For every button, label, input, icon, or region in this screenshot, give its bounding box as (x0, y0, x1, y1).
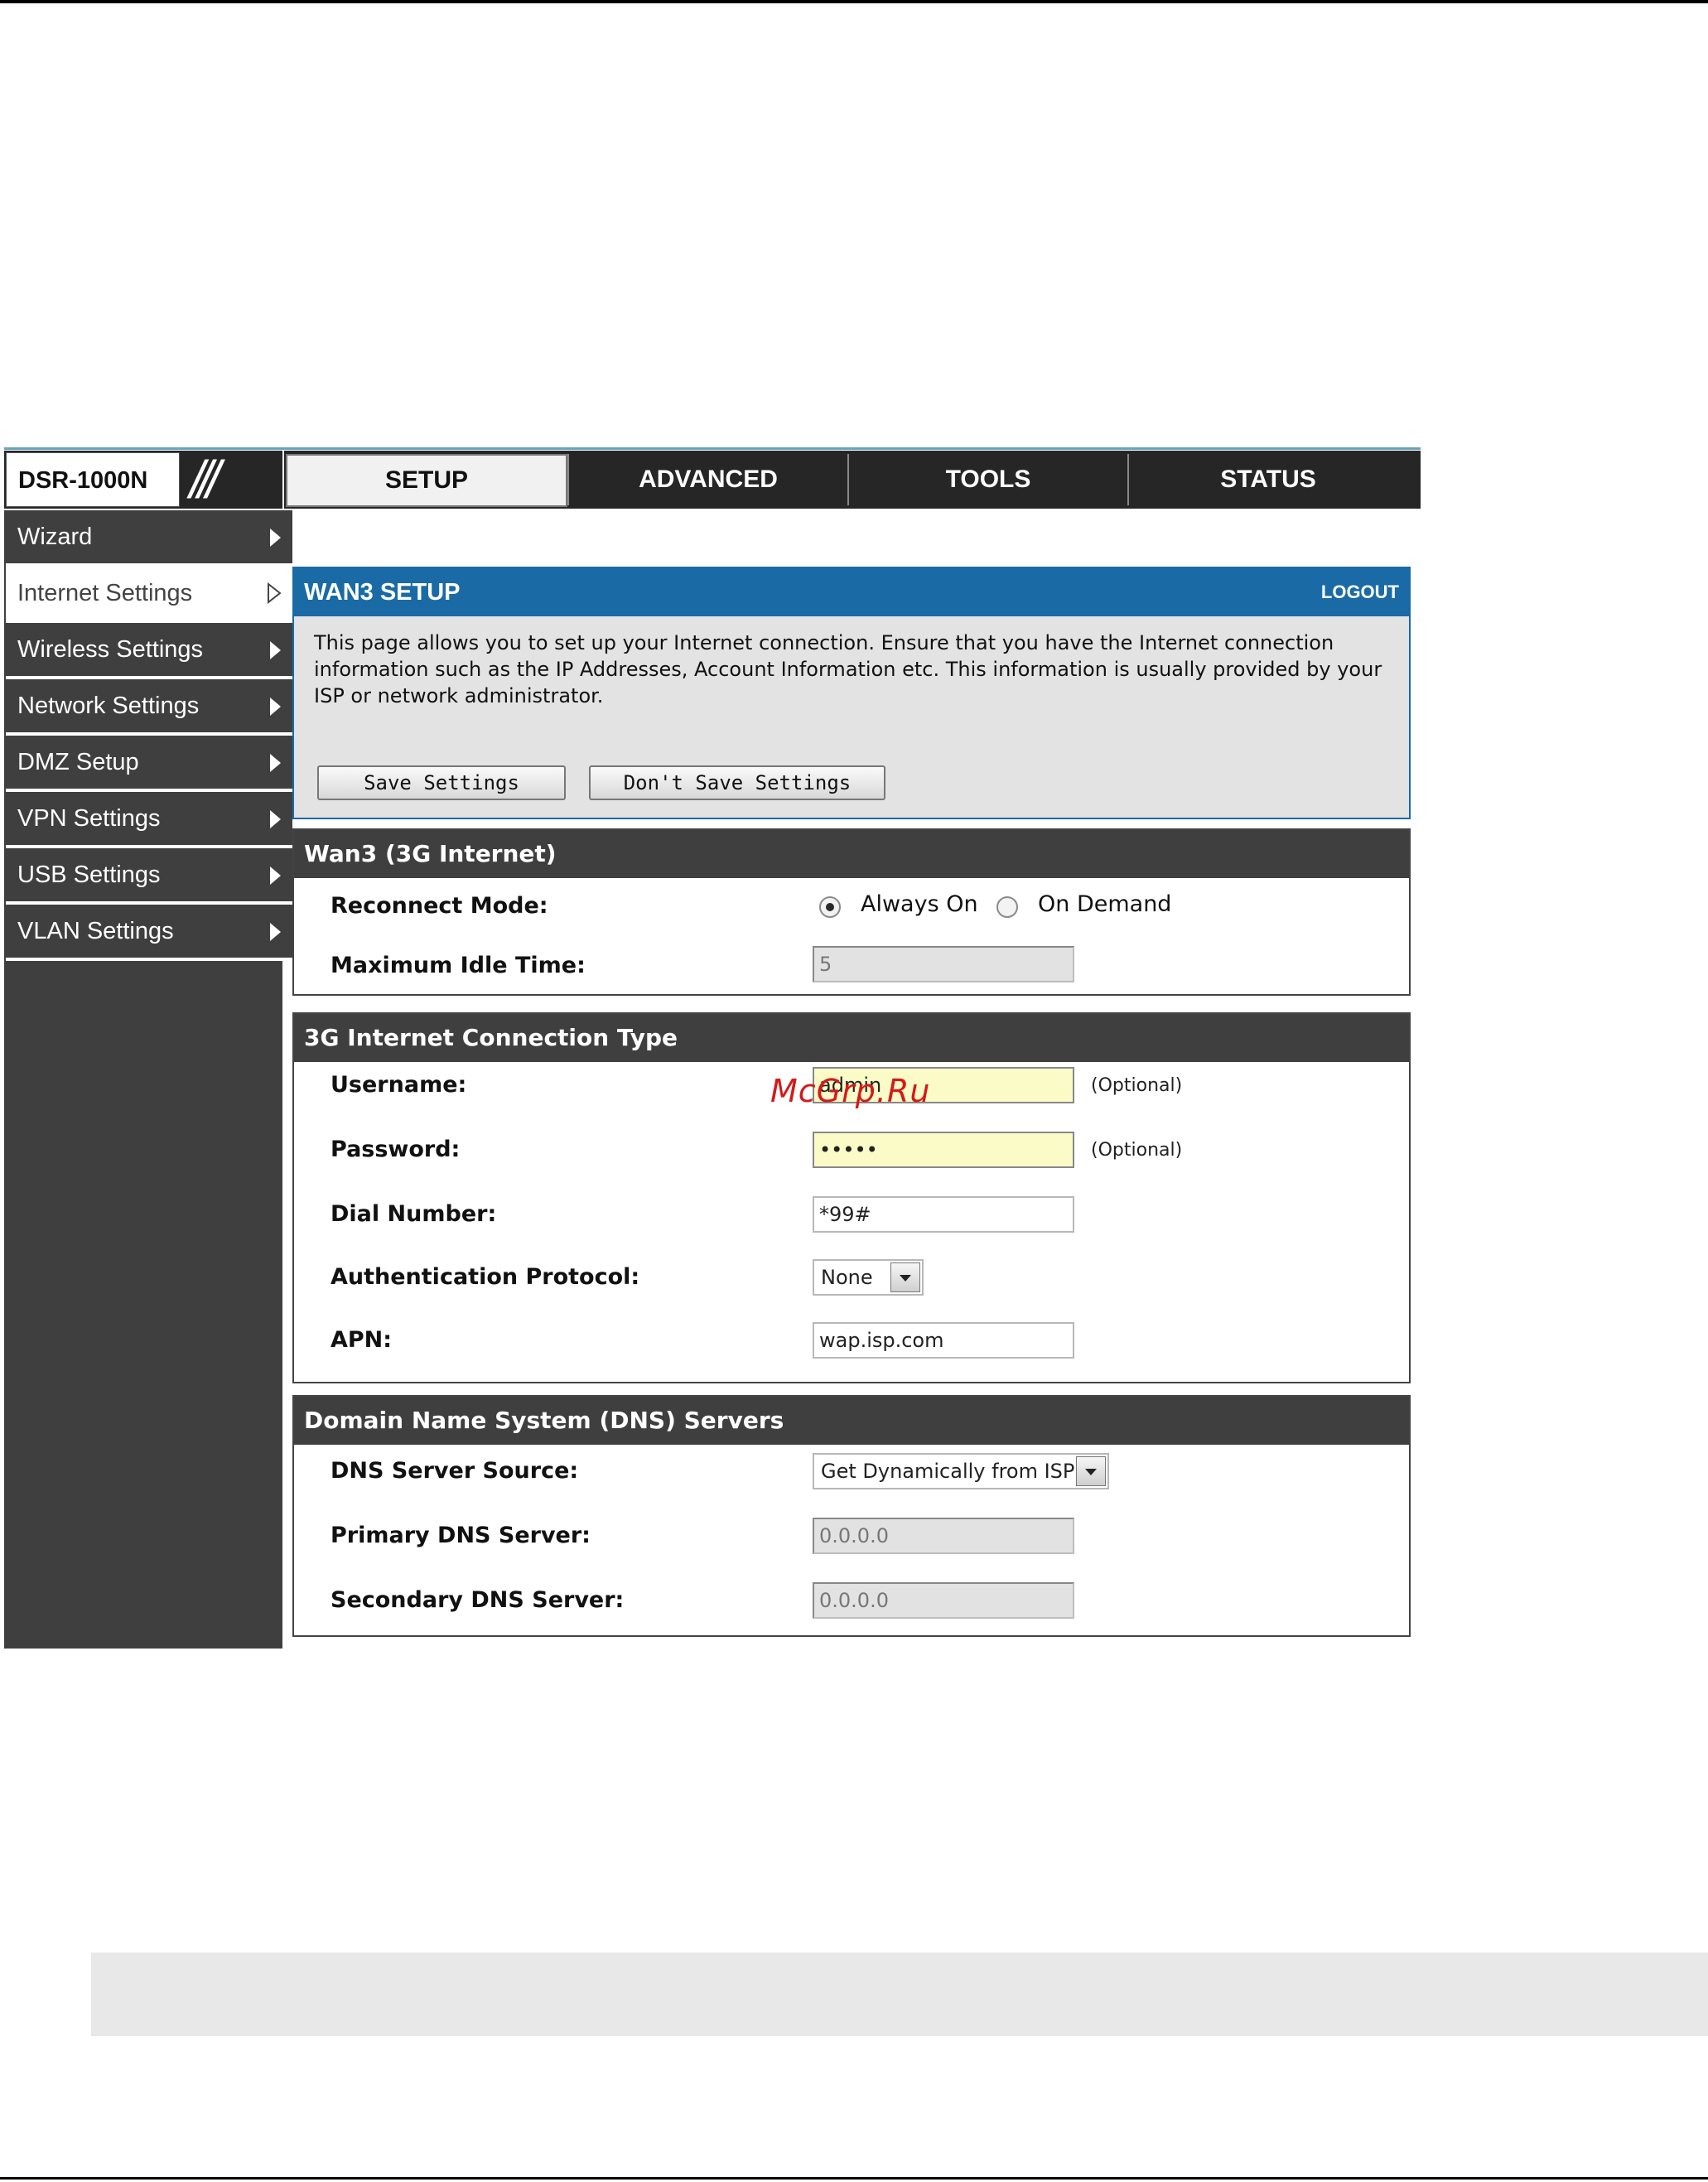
auth-protocol-value: None (821, 1266, 873, 1289)
dial-number-input[interactable]: *99# (813, 1196, 1074, 1233)
sidebar-item-wireless-settings[interactable]: Wireless Settings (6, 623, 292, 679)
sidebar-item-usb-settings[interactable]: USB Settings (6, 848, 292, 905)
sidebar-item-label: USB Settings (17, 862, 161, 888)
watermark: McGrp.Ru (770, 1073, 931, 1109)
chevron-down-icon[interactable] (1076, 1456, 1106, 1486)
top-nav-tabs: SETUP ADVANCED TOOLS STATUS (284, 451, 1421, 509)
on-demand-label: On Demand (1038, 891, 1172, 917)
always-on-label: Always On (861, 891, 978, 917)
sidebar-item-label: VLAN Settings (17, 918, 174, 944)
arrow-right-icon (270, 698, 281, 716)
arrow-right-icon (270, 641, 281, 659)
tab-advanced[interactable]: ADVANCED (567, 454, 847, 505)
arrow-right-icon (270, 810, 281, 828)
sidebar-item-label: Network Settings (17, 693, 200, 719)
apn-label: APN: (331, 1327, 393, 1353)
dial-number-label: Dial Number: (331, 1201, 497, 1227)
sidebar-item-label: VPN Settings (17, 805, 161, 832)
sidebar-item-vlan-settings[interactable]: VLAN Settings (6, 905, 292, 961)
reconnect-mode-label: Reconnect Mode: (331, 893, 548, 919)
dont-save-settings-button[interactable]: Don't Save Settings (589, 765, 885, 800)
always-on-radio[interactable] (819, 896, 841, 918)
password-label: Password: (331, 1137, 461, 1162)
document-bottom-rule (0, 2177, 1708, 2180)
dns-source-select[interactable]: Get Dynamically from ISP (813, 1453, 1109, 1489)
sidebar-item-vpn-settings[interactable]: VPN Settings (6, 792, 292, 848)
panel-title: WAN3 SETUP (304, 579, 461, 606)
password-optional-note: (Optional) (1091, 1140, 1183, 1161)
section-header: Wan3 (3G Internet) (294, 830, 1409, 878)
secondary-dns-input[interactable]: 0.0.0.0 (813, 1582, 1074, 1619)
document-note-box (91, 1953, 1708, 2036)
username-optional-note: (Optional) (1091, 1075, 1183, 1096)
logout-link[interactable]: LOGOUT (1321, 568, 1399, 616)
sidebar-item-label: Internet Settings (17, 580, 193, 606)
router-admin-screenshot: DSR-1000N /// SETUP ADVANCED TOOLS STATU… (4, 447, 1421, 1649)
save-settings-button[interactable]: Save Settings (317, 765, 566, 800)
arrow-right-icon (270, 867, 281, 885)
dns-source-value: Get Dynamically from ISP (821, 1460, 1075, 1483)
section-header: 3G Internet Connection Type (294, 1014, 1409, 1062)
wan3-3g-section: Wan3 (3G Internet) Reconnect Mode: Alway… (292, 828, 1411, 996)
dns-source-label: DNS Server Source: (331, 1458, 579, 1484)
apn-input[interactable]: wap.isp.com (813, 1322, 1074, 1359)
arrow-right-outline-icon (268, 582, 282, 604)
screenshot-top-border (4, 447, 1421, 450)
secondary-dns-label: Secondary DNS Server: (331, 1587, 625, 1613)
document-top-rule (0, 0, 1708, 3)
section-header: Domain Name System (DNS) Servers (294, 1397, 1409, 1445)
sidebar-item-label: Wizard (17, 524, 93, 550)
wan3-setup-panel: WAN3 SETUP LOGOUT This page allows you t… (292, 567, 1411, 819)
sidebar: Wizard Internet Settings Wireless Settin… (4, 510, 292, 1649)
section-title: Wan3 (3G Internet) (304, 840, 557, 867)
tab-setup[interactable]: SETUP (286, 454, 567, 507)
username-label: Username: (331, 1072, 467, 1098)
product-model-logo: DSR-1000N (6, 452, 180, 507)
on-demand-radio[interactable] (996, 896, 1018, 918)
primary-dns-label: Primary DNS Server: (331, 1523, 591, 1548)
tab-status[interactable]: STATUS (1127, 454, 1407, 505)
brand-bar: DSR-1000N /// (4, 451, 282, 509)
arrow-right-icon (270, 529, 281, 547)
section-title: 3G Internet Connection Type (304, 1024, 678, 1051)
sidebar-item-internet-settings[interactable]: Internet Settings (6, 567, 292, 623)
sidebar-item-label: Wireless Settings (17, 636, 204, 663)
auth-protocol-select[interactable]: None (813, 1259, 924, 1296)
chevron-down-icon[interactable] (890, 1262, 920, 1292)
panel-header: WAN3 SETUP LOGOUT (294, 568, 1409, 616)
max-idle-time-input[interactable]: 5 (813, 946, 1074, 982)
sidebar-item-network-settings[interactable]: Network Settings (6, 679, 292, 736)
arrow-right-icon (270, 923, 281, 941)
brand-slashes-graphic: /// (190, 450, 220, 509)
connection-type-section: 3G Internet Connection Type Username: ad… (292, 1012, 1411, 1383)
auth-protocol-label: Authentication Protocol: (331, 1264, 640, 1290)
intro-description: This page allows you to set up your Inte… (314, 631, 1382, 707)
primary-dns-input[interactable]: 0.0.0.0 (813, 1518, 1074, 1554)
tab-tools[interactable]: TOOLS (847, 454, 1127, 505)
section-title: Domain Name System (DNS) Servers (304, 1407, 784, 1434)
sidebar-item-label: DMZ Setup (17, 749, 139, 775)
sidebar-item-wizard[interactable]: Wizard (6, 510, 292, 567)
dns-servers-section: Domain Name System (DNS) Servers DNS Ser… (292, 1395, 1411, 1637)
password-input[interactable]: ••••• (813, 1132, 1074, 1168)
max-idle-time-label: Maximum Idle Time: (331, 953, 586, 978)
sidebar-item-dmz-setup[interactable]: DMZ Setup (6, 736, 292, 792)
arrow-right-icon (270, 754, 281, 772)
